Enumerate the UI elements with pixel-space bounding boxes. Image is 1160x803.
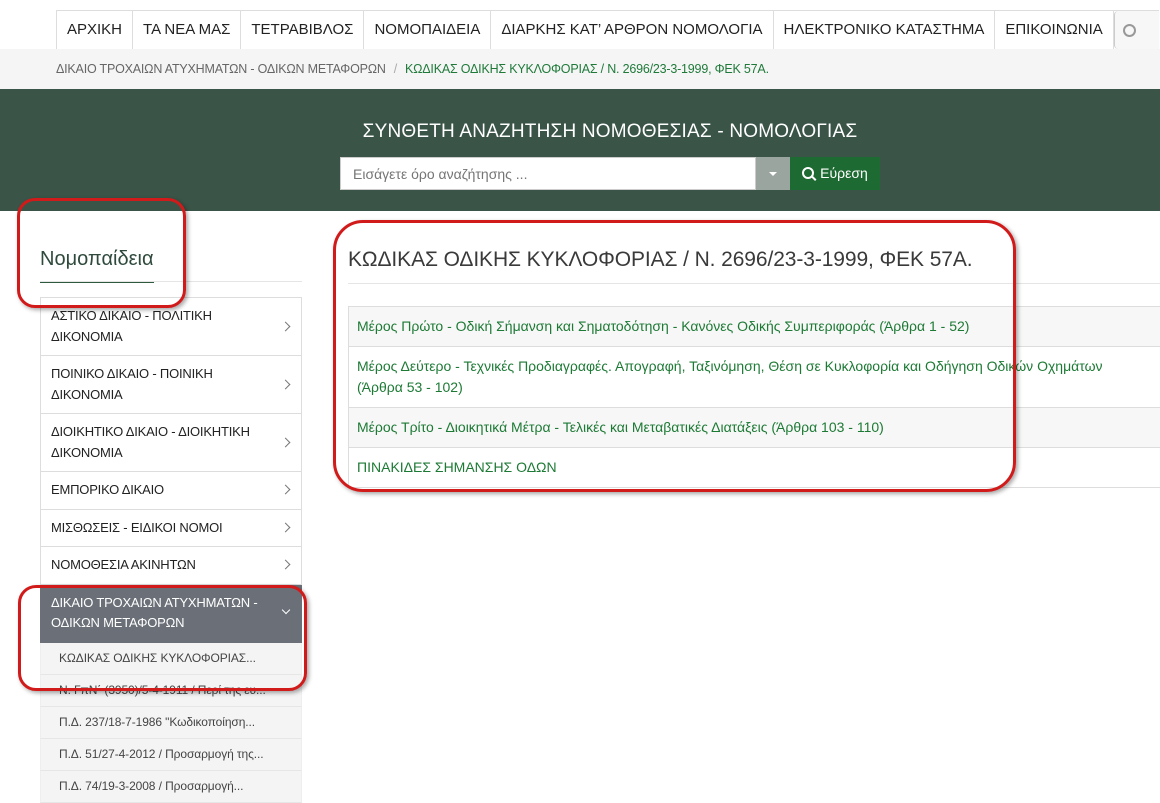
sidebar-subitem[interactable]: Π.Δ. 74/19-3-2008 / Προσαρμογή... (40, 770, 302, 803)
sidebar-item-leases[interactable]: ΜΙΣΘΩΣΕΙΣ - ΕΙΔΙΚΟΙ ΝΟΜΟΙ (40, 509, 302, 547)
sidebar-item-label: ΔΙΟΙΚΗΤΙΚΟ ΔΙΚΑΙΟ - ΔΙΟΙΚΗΤΙΚΗ ΔΙΚΟΝΟΜΙΑ (51, 424, 250, 460)
chevron-right-icon (280, 321, 291, 331)
sidebar-item-label: ΝΟΜΟΘΕΣΙΑ ΑΚΙΝΗΤΩΝ (51, 557, 196, 572)
breadcrumb-parent-link[interactable]: ΔΙΚΑΙΟ ΤΡΟΧΑΙΩΝ ΑΤΥΧΗΜΑΤΩΝ - ΟΔΙΚΩΝ ΜΕΤΑ… (56, 62, 386, 76)
chevron-right-icon (280, 559, 291, 570)
sidebar-item-label: ΠΟΙΝΙΚΟ ΔΙΚΑΙΟ - ΠΟΙΝΙΚΗ ΔΙΚΟΝΟΜΙΑ (51, 366, 213, 402)
nav-search-button[interactable] (1113, 11, 1159, 49)
chevron-right-icon (280, 437, 291, 447)
sidebar-item-commercial-law[interactable]: ΕΜΠΟΡΙΚΟ ΔΙΚΑΙΟ (40, 472, 302, 510)
chevron-right-icon (280, 522, 291, 533)
search-hero-title: ΣΥΝΘΕΤΗ ΑΝΑΖΗΤΗΣΗ ΝΟΜΟΘΕΣΙΑΣ - ΝΟΜΟΛΟΓΙΑ… (362, 121, 858, 142)
nav-news[interactable]: ΤΑ ΝΕΑ ΜΑΣ (133, 11, 242, 49)
search-submit-button[interactable]: Εύρεση (790, 157, 880, 190)
sidebar-item-criminal-law[interactable]: ΠΟΙΝΙΚΟ ΔΙΚΑΙΟ - ΠΟΙΝΙΚΗ ΔΙΚΟΝΟΜΙΑ (40, 356, 302, 414)
annotation-outline-sidebar-title (17, 198, 186, 308)
search-options-dropdown[interactable] (756, 157, 790, 190)
breadcrumb-current: ΚΩΔΙΚΑΣ ΟΔΙΚΗΣ ΚΥΚΛΟΦΟΡΙΑΣ / Ν. 2696/23-… (404, 62, 769, 76)
search-hero: ΣΥΝΘΕΤΗ ΑΝΑΖΗΤΗΣΗ ΝΟΜΟΘΕΣΙΑΣ - ΝΟΜΟΛΟΓΙΑ… (0, 89, 1160, 211)
nav-case-law[interactable]: ΔΙΑΡΚΗΣ ΚΑΤ’ ΑΡΘΡΟΝ ΝΟΜΟΛΟΓΙΑ (491, 11, 774, 49)
chevron-right-icon (280, 484, 291, 495)
search-icon (802, 167, 815, 179)
sidebar-item-label: ΜΙΣΘΩΣΕΙΣ - ΕΙΔΙΚΟΙ ΝΟΜΟΙ (51, 519, 223, 535)
search-button-label: Εύρεση (820, 165, 868, 181)
search-input[interactable] (340, 157, 756, 190)
sidebar-item-real-estate[interactable]: ΝΟΜΟΘΕΣΙΑ ΑΚΙΝΗΤΩΝ (40, 547, 302, 585)
sidebar-subitem[interactable]: Π.Δ. 237/18-7-1986 "Κωδικοποίηση... (40, 706, 302, 739)
sidebar-menu: ΑΣΤΙΚΟ ΔΙΚΑΙΟ - ΠΟΛΙΤΙΚΗ ΔΙΚΟΝΟΜΙΑ ΠΟΙΝΙ… (40, 297, 302, 803)
breadcrumb-separator: / (393, 62, 398, 76)
sidebar-item-label: ΕΜΠΟΡΙΚΟ ΔΙΚΑΙΟ (51, 482, 164, 497)
search-icon (1122, 24, 1136, 37)
sidebar-subitem[interactable]: Π.Δ. 51/27-4-2012 / Προσαρμογή της... (40, 738, 302, 771)
nav-tetravivlos[interactable]: ΤΕΤΡΑΒΙΒΛΟΣ (241, 11, 365, 49)
nav-eshop[interactable]: ΗΛΕΚΤΡΟΝΙΚΟ ΚΑΤΑΣΤΗΜΑ (774, 11, 996, 49)
nav-nomopaideia[interactable]: ΝΟΜΟΠΑΙΔΕΙΑ (364, 11, 492, 49)
top-nav: ΑΡΧΙΚΗ ΤΑ ΝΕΑ ΜΑΣ ΤΕΤΡΑΒΙΒΛΟΣ ΝΟΜΟΠΑΙΔΕΙ… (56, 10, 1159, 50)
chevron-right-icon (280, 379, 291, 389)
annotation-outline-main-content (333, 220, 1016, 492)
nav-contact[interactable]: ΕΠΙΚΟΙΝΩΝΙΑ (995, 11, 1114, 49)
annotation-outline-active-item (18, 585, 307, 691)
sidebar-item-administrative-law[interactable]: ΔΙΟΙΚΗΤΙΚΟ ΔΙΚΑΙΟ - ΔΙΟΙΚΗΤΙΚΗ ΔΙΚΟΝΟΜΙΑ (40, 414, 302, 472)
nav-home[interactable]: ΑΡΧΙΚΗ (57, 11, 134, 49)
sidebar-item-label: ΑΣΤΙΚΟ ΔΙΚΑΙΟ - ΠΟΛΙΤΙΚΗ ΔΙΚΟΝΟΜΙΑ (51, 308, 212, 344)
caret-down-icon (769, 172, 777, 176)
breadcrumb: ΔΙΚΑΙΟ ΤΡΟΧΑΙΩΝ ΑΤΥΧΗΜΑΤΩΝ - ΟΔΙΚΩΝ ΜΕΤΑ… (0, 49, 1160, 89)
